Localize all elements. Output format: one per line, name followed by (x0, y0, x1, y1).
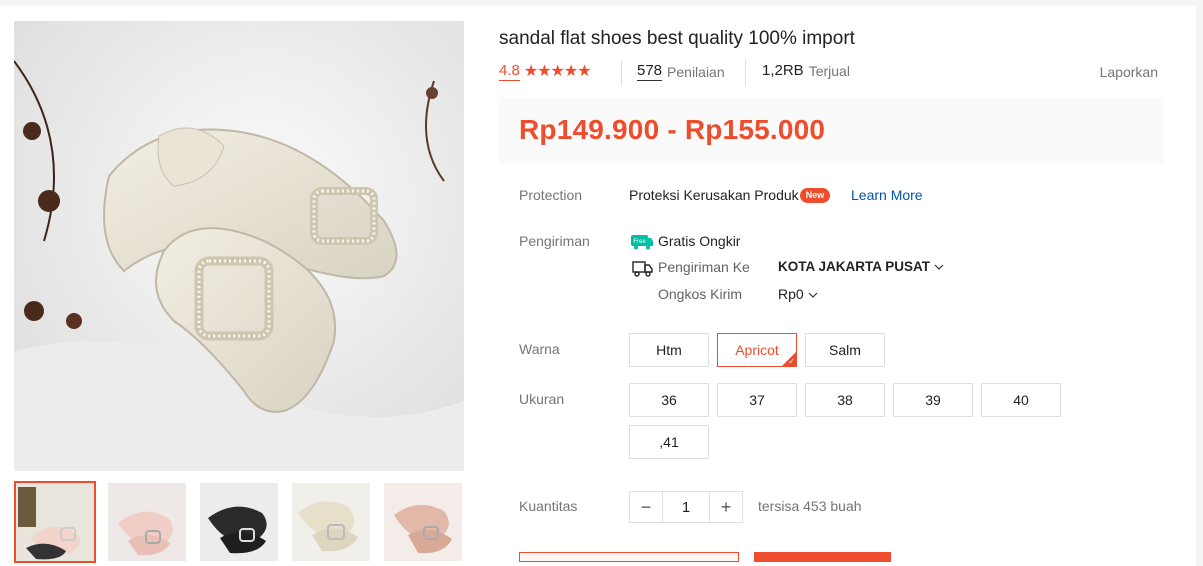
thumbnail-4[interactable] (290, 481, 372, 563)
increase-button[interactable]: + (710, 492, 742, 522)
rating-summary[interactable]: 4.8 ★★★★★ (499, 62, 592, 81)
truck-icon (632, 260, 654, 278)
product-stats: 4.8 ★★★★★ 578 Penilaian 1,2RB Terjual La… (499, 60, 1164, 86)
size-option-37[interactable]: 37 (717, 383, 797, 417)
sold-count: 1,2RB (762, 62, 804, 79)
size-option-38[interactable]: 38 (805, 383, 885, 417)
chevron-down-icon (934, 265, 944, 271)
size-option-41[interactable]: ,41 (629, 425, 709, 459)
price-box: Rp149.900 - Rp155.000 (499, 97, 1164, 163)
quantity-label: Kuantitas (519, 498, 578, 514)
rating-value: 4.8 (499, 62, 520, 81)
learn-more-link[interactable]: Learn More (851, 187, 923, 203)
protection-label: Protection (519, 187, 583, 203)
report-link[interactable]: Laporkan (1100, 64, 1158, 80)
free-shipping-text: Gratis Ongkir (658, 233, 741, 249)
check-icon: ✓ (788, 357, 795, 366)
reviews-count: 578 (637, 62, 663, 81)
shipping-destination-value: KOTA JAKARTA PUSAT (778, 259, 930, 274)
color-option-label: Apricot (735, 342, 779, 358)
color-option-htm[interactable]: Htm (629, 333, 709, 367)
color-label: Warna (519, 341, 560, 357)
stock-remaining: tersisa 453 buah (758, 498, 862, 514)
size-option-40[interactable]: 40 (981, 383, 1061, 417)
price-range: Rp149.900 - Rp155.000 (519, 114, 826, 145)
size-option-39[interactable]: 39 (893, 383, 973, 417)
stats-divider (745, 60, 746, 86)
color-option-apricot[interactable]: Apricot ✓ (717, 333, 797, 367)
sold-label: Terjual (808, 63, 850, 79)
star-rating-icon: ★★★★★ (523, 62, 592, 80)
reviews-summary[interactable]: 578 Penilaian (637, 62, 725, 81)
svg-text:Free: Free (633, 239, 646, 245)
shipping-cost-value: Rp0 (778, 286, 804, 302)
thumbnail-5[interactable] (382, 481, 464, 563)
reviews-label: Penilaian (667, 63, 725, 80)
shipping-destination[interactable]: KOTA JAKARTA PUSAT (778, 259, 944, 274)
quantity-input[interactable]: 1 (662, 492, 710, 522)
buy-now-button[interactable] (754, 552, 891, 562)
stats-divider (621, 60, 622, 86)
protection-value: Proteksi Kerusakan Produk (629, 187, 799, 203)
sold-summary: 1,2RB Terjual (762, 62, 850, 80)
new-badge: New (800, 188, 830, 203)
shipping-cost-label: Ongkos Kirim (658, 286, 743, 302)
add-to-cart-button[interactable] (519, 552, 739, 562)
thumbnail-strip (14, 481, 464, 563)
size-label: Ukuran (519, 391, 565, 407)
chevron-down-icon (808, 292, 818, 299)
thumbnail-2[interactable] (106, 481, 188, 563)
color-option-salm[interactable]: Salm (805, 333, 885, 367)
thumbnail-1[interactable] (14, 481, 96, 563)
free-shipping-icon: Free (631, 234, 653, 250)
decrease-button[interactable]: − (630, 492, 662, 522)
shipping-label: Pengiriman (519, 233, 590, 249)
product-title: sandal flat shoes best quality 100% impo… (499, 28, 855, 49)
product-main-image[interactable] (14, 21, 464, 471)
size-option-36[interactable]: 36 (629, 383, 709, 417)
shipping-to-label: Pengiriman Ke (658, 259, 750, 275)
quantity-stepper: − 1 + (629, 491, 743, 523)
thumbnail-3[interactable] (198, 481, 280, 563)
shipping-cost[interactable]: Rp0 (778, 286, 818, 302)
